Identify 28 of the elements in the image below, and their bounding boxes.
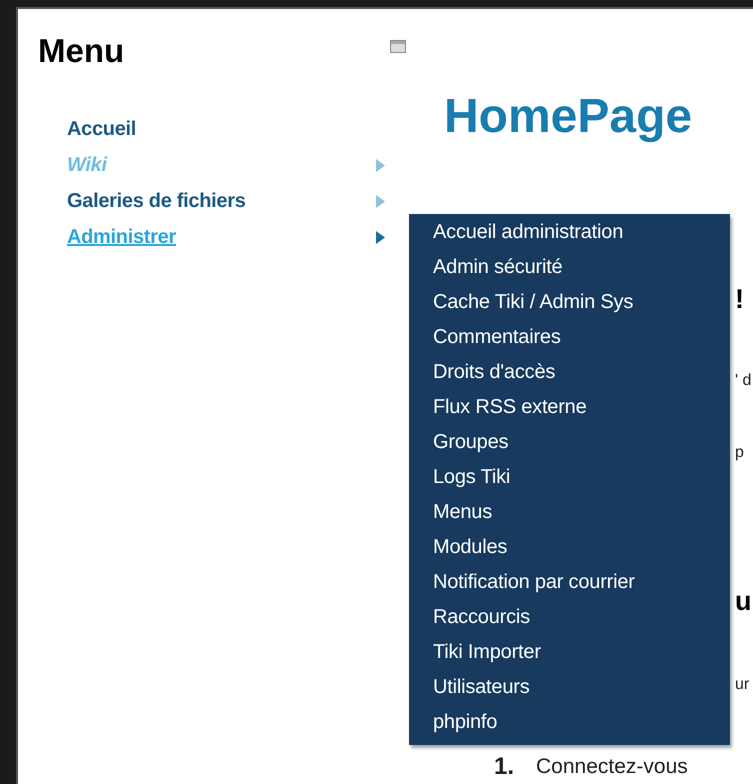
arrow-icon[interactable] <box>376 230 385 244</box>
submenu-item[interactable]: Commentaires <box>433 326 561 349</box>
submenu-item[interactable]: Logs Tiki <box>433 466 510 489</box>
submenu-item[interactable]: Utilisateurs <box>433 676 530 699</box>
submenu-item[interactable]: Flux RSS externe <box>433 396 587 419</box>
submenu-item[interactable]: Raccourcis <box>433 606 530 629</box>
submenu-item[interactable]: Notification par courrier <box>433 571 635 594</box>
page-text-fragment: ' d <box>735 371 752 391</box>
menu-title: Menu <box>38 31 124 71</box>
submenu-item[interactable]: Tiki Importer <box>433 641 541 664</box>
page-text-fragment: ! <box>735 283 744 316</box>
submenu-item[interactable]: Accueil administration <box>433 221 624 244</box>
page-text-fragment: u <box>735 585 752 618</box>
submenu-item[interactable]: Droits d'accès <box>433 361 556 384</box>
window-toggle-icon[interactable] <box>390 40 406 53</box>
list-number: 1. <box>494 753 514 781</box>
menu-link[interactable]: Accueil <box>67 118 136 140</box>
list-text: Connectez-vous <box>536 754 688 780</box>
submenu-item[interactable]: Cache Tiki / Admin Sys <box>433 291 634 314</box>
submenu-item[interactable]: phpinfo <box>433 711 498 734</box>
submenu-item[interactable]: Menus <box>433 501 492 524</box>
submenu-item[interactable]: Admin sécurité <box>433 256 562 279</box>
submenu-item[interactable]: Groupes <box>433 431 508 454</box>
page-text-fragment: ur <box>735 675 750 695</box>
submenu-item[interactable]: Modules <box>433 536 508 559</box>
menu-link[interactable]: Galeries de fichiers <box>67 190 246 212</box>
page-title: HomePage <box>444 89 692 145</box>
page-text-fragment: p <box>735 443 744 463</box>
